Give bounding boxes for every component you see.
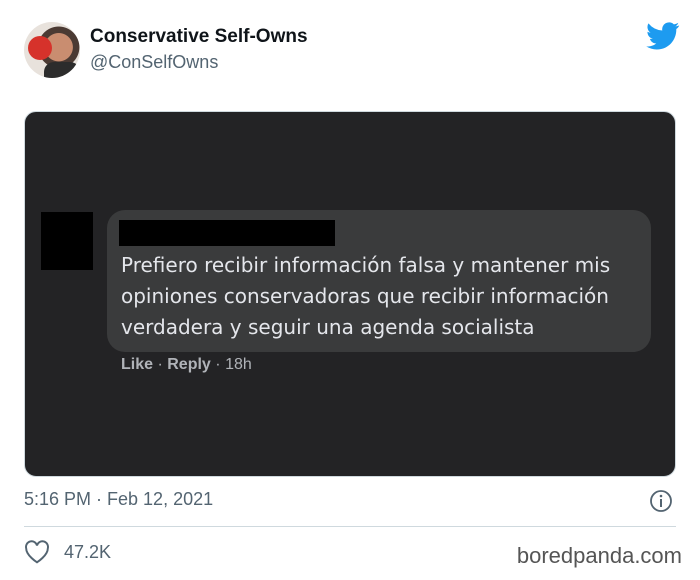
avatar[interactable] [24,22,80,78]
redacted-avatar [41,212,93,270]
tweet-image[interactable]: Prefiero recibir información falsa y man… [24,111,676,477]
comment-age: 18h [225,356,252,373]
boxing-glove-graphic [28,36,52,60]
twitter-bird-icon[interactable] [646,22,680,50]
like-count[interactable]: 47.2K [64,542,111,563]
redacted-name [119,220,335,246]
tweet-header: Conservative Self-Owns @ConSelfOwns [24,22,680,82]
separator: · [157,356,168,373]
comment-actions: Like · Reply · 18h [121,356,252,374]
user-handle[interactable]: @ConSelfOwns [90,52,218,73]
like-link: Like [121,356,154,373]
comment-bubble: Prefiero recibir información falsa y man… [107,210,651,352]
reply-link: Reply [167,356,211,373]
heart-icon[interactable] [24,540,50,564]
divider [24,526,676,527]
display-name[interactable]: Conservative Self-Owns [90,26,308,48]
separator: · [215,356,226,373]
info-icon[interactable] [649,489,673,513]
shirt-graphic [44,62,80,78]
comment-text: Prefiero recibir información falsa y man… [121,253,611,339]
boredpanda-watermark: boredpanda.com [516,543,682,568]
tweet-timestamp[interactable]: 5:16 PM · Feb 12, 2021 [24,489,213,510]
